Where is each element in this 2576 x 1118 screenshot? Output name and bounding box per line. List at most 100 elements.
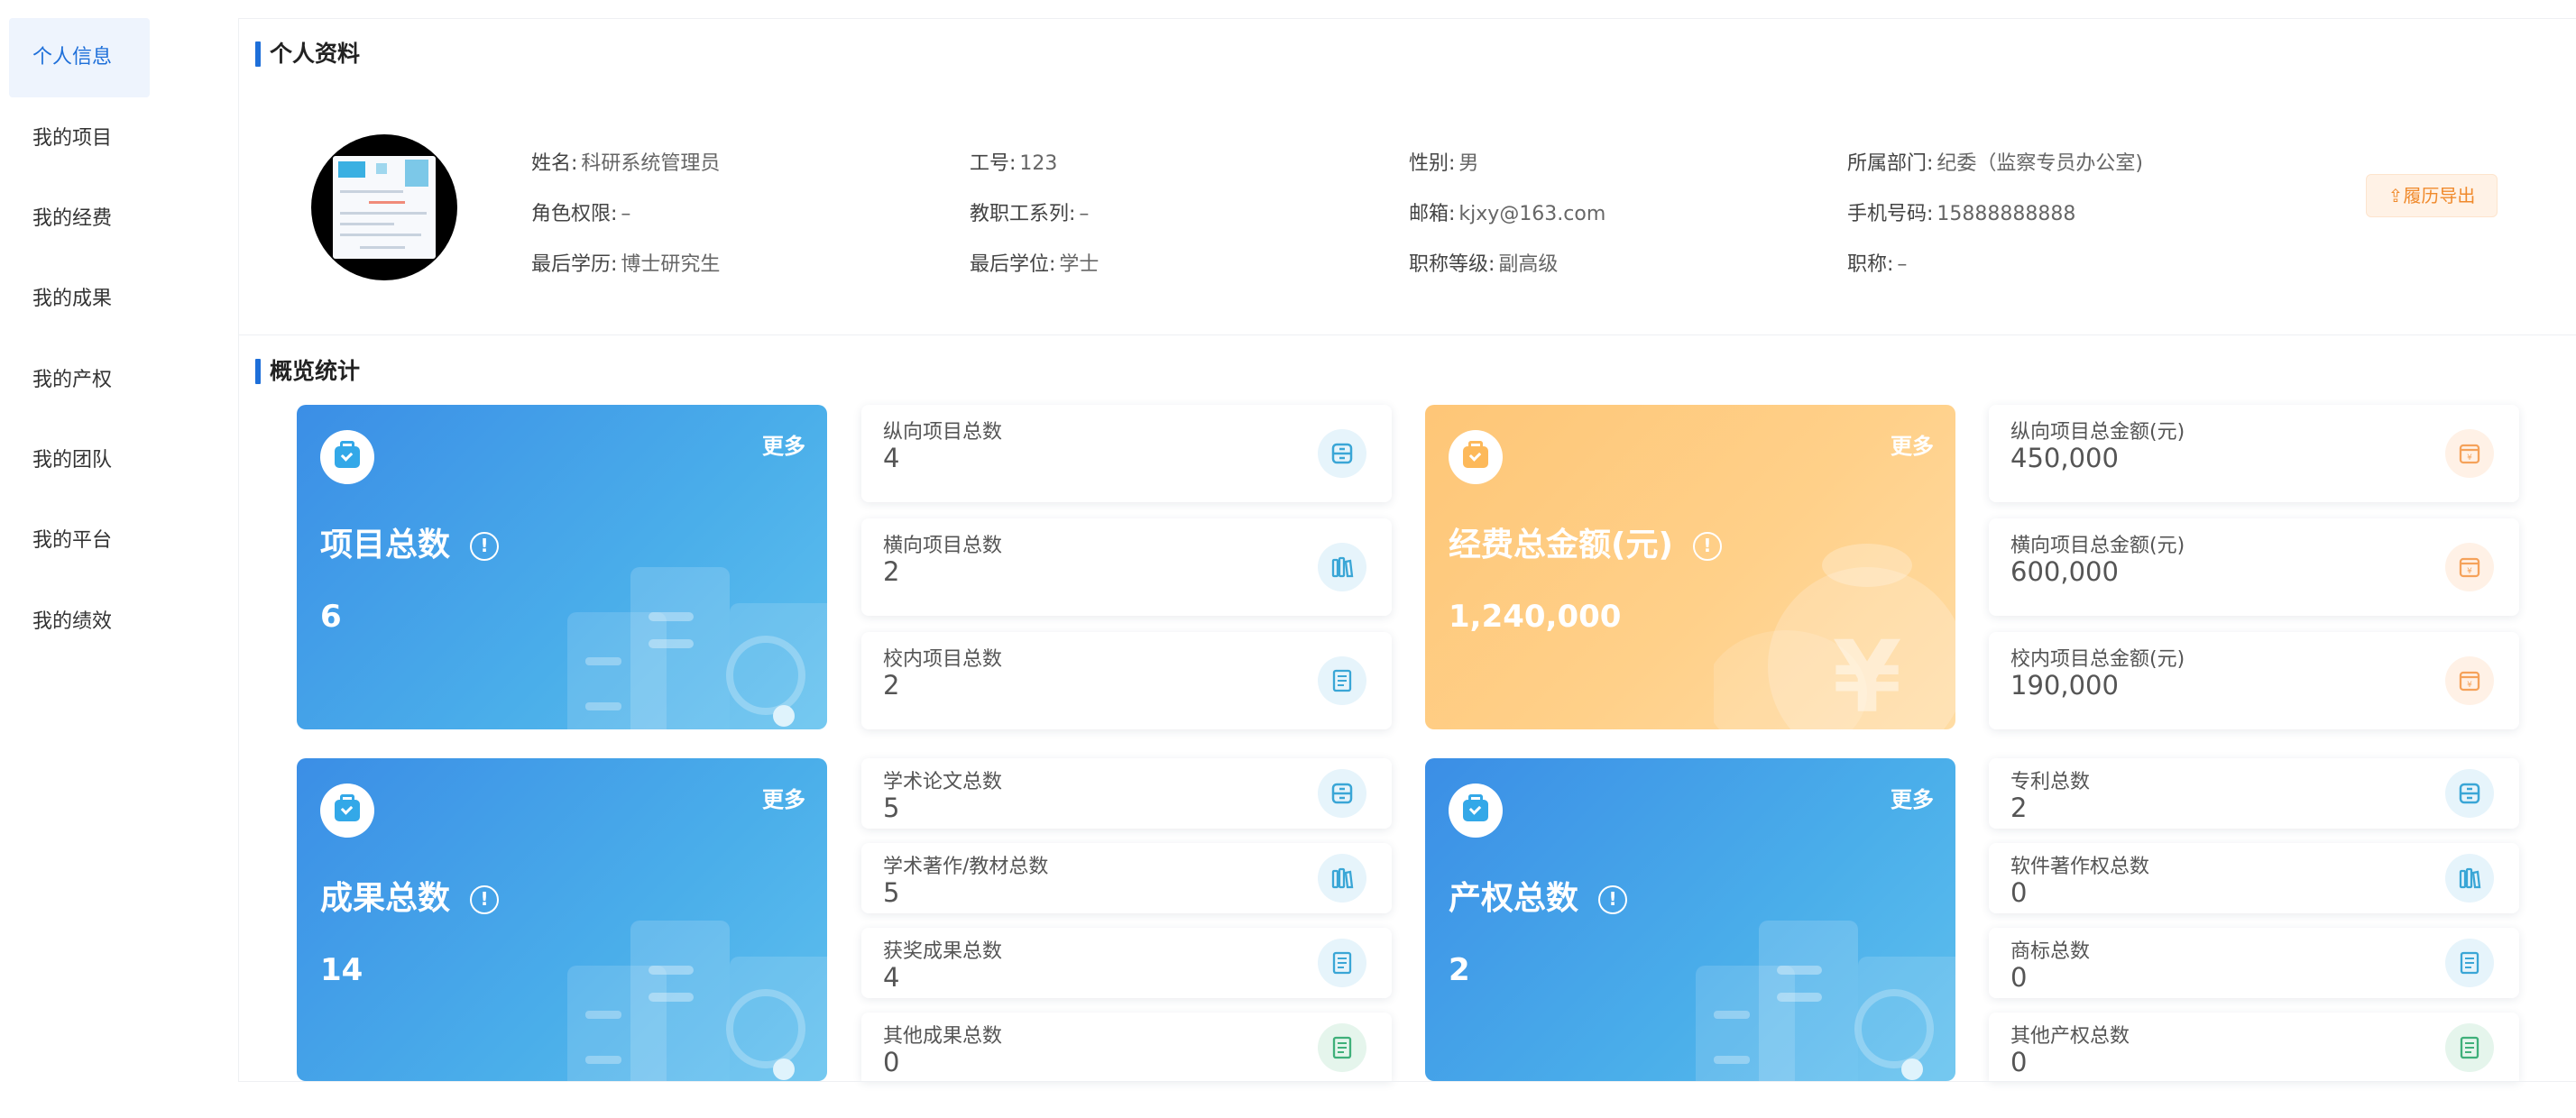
export-resume-button[interactable]: ⇪履历导出 [2366, 174, 2498, 217]
more-link[interactable]: 更多 [762, 428, 805, 460]
books-icon [1318, 543, 1366, 591]
overview-section-title: 概览统计 [255, 358, 360, 385]
bottom-divider [239, 1081, 2576, 1082]
svg-text:¥: ¥ [2467, 567, 2472, 576]
project-total-card[interactable]: 更多 项目总数! 6 [297, 405, 827, 729]
cabinet-icon [2445, 769, 2494, 818]
stat-value: 450,000 [2010, 443, 2119, 473]
field-title: 职称: – [1847, 253, 1908, 276]
fund-total-card[interactable]: ¥ 更多 经费总金额(元)! 1,240,000 [1425, 405, 1955, 729]
more-link[interactable]: 更多 [762, 782, 805, 813]
sidebar-item-team[interactable]: 我的团队 [9, 421, 150, 500]
stat-label: 软件著作权总数 [2010, 856, 2150, 878]
document-icon [2445, 1023, 2494, 1072]
stat-value: 0 [2010, 962, 2028, 993]
stat-label: 横向项目总金额(元) [2010, 535, 2185, 557]
stat-label: 横向项目总数 [883, 535, 1003, 557]
more-link[interactable]: 更多 [1891, 782, 1934, 813]
card-title: 经费总金额(元)! [1449, 518, 1722, 565]
card-title: 产权总数! [1449, 872, 1628, 919]
award-total-card[interactable]: 获奖成果总数 4 [861, 928, 1392, 998]
field-name: 姓名: 科研系统管理员 [531, 152, 721, 175]
card-title: 成果总数! [320, 872, 500, 919]
card-title: 项目总数! [320, 518, 500, 565]
field-employee-id: 工号: 123 [970, 152, 1058, 175]
stat-value: 5 [883, 793, 900, 823]
horizontal-project-card[interactable]: 横向项目总数 2 [861, 518, 1392, 616]
decoration-illustration [567, 921, 827, 1081]
avatar-image [333, 156, 436, 259]
sidebar-item-projects[interactable]: 我的项目 [9, 99, 150, 179]
card-value: 2 [1449, 952, 1470, 988]
stat-label: 商标总数 [2010, 940, 2091, 963]
internal-fund-card[interactable]: 校内项目总金额(元) 190,000 ¥ [1989, 632, 2519, 729]
other-achievement-card[interactable]: 其他成果总数 0 [861, 1013, 1392, 1081]
avatar[interactable] [311, 134, 457, 280]
stat-label: 学术论文总数 [883, 771, 1003, 793]
stat-label: 纵向项目总金额(元) [2010, 421, 2185, 444]
sidebar: 个人信息 我的项目 我的经费 我的成果 我的产权 我的团队 我的平台 我的绩效 [0, 0, 238, 1118]
sidebar-item-performance[interactable]: 我的绩效 [9, 582, 150, 662]
svg-text:¥: ¥ [1833, 619, 1902, 729]
card-value: 6 [320, 599, 342, 635]
document-icon [1318, 939, 1366, 987]
clipboard-check-icon [320, 430, 374, 484]
stat-label: 获奖成果总数 [883, 940, 1003, 963]
patent-total-card[interactable]: 专利总数 2 [1989, 758, 2519, 829]
field-phone: 手机号码: 15888888888 [1847, 203, 2076, 225]
info-icon[interactable]: ! [1692, 532, 1722, 561]
sidebar-item-platform[interactable]: 我的平台 [9, 501, 150, 581]
field-gender: 性别: 男 [1409, 152, 1479, 175]
sidebar-item-property[interactable]: 我的产权 [9, 341, 150, 420]
stat-label: 纵向项目总数 [883, 421, 1003, 444]
info-icon[interactable]: ! [1598, 885, 1628, 914]
trademark-total-card[interactable]: 商标总数 0 [1989, 928, 2519, 998]
sidebar-item-profile[interactable]: 个人信息 [9, 18, 150, 97]
field-department: 所属部门: 纪委（监察专员办公室) [1847, 152, 2144, 175]
field-email: 邮箱: kjxy@163.com [1409, 203, 1606, 225]
document-icon [2445, 939, 2494, 987]
vertical-fund-card[interactable]: 纵向项目总金额(元) 450,000 ¥ [1989, 405, 2519, 502]
profile-section-title: 个人资料 [255, 41, 360, 68]
stat-value: 2 [883, 556, 900, 587]
svg-text:¥: ¥ [2467, 681, 2472, 690]
other-property-card[interactable]: 其他产权总数 0 [1989, 1013, 2519, 1081]
field-role: 角色权限: – [531, 203, 631, 225]
vertical-project-card[interactable]: 纵向项目总数 4 [861, 405, 1392, 502]
stat-value: 600,000 [2010, 556, 2119, 587]
book-total-card[interactable]: 学术著作/教材总数 5 [861, 843, 1392, 913]
stat-value: 5 [883, 877, 900, 908]
card-value: 14 [320, 952, 363, 988]
cabinet-icon [1318, 429, 1366, 478]
horizontal-fund-card[interactable]: 横向项目总金额(元) 600,000 ¥ [1989, 518, 2519, 616]
money-box-icon: ¥ [2445, 656, 2494, 705]
field-title-level: 职称等级: 副高级 [1409, 253, 1559, 276]
document-icon [1318, 656, 1366, 705]
stat-label: 专利总数 [2010, 771, 2091, 793]
clipboard-check-icon [320, 784, 374, 838]
field-degree: 最后学位: 学士 [970, 253, 1099, 276]
books-icon [2445, 854, 2494, 903]
achievement-total-card[interactable]: 更多 成果总数! 14 [297, 758, 827, 1081]
stat-label: 校内项目总数 [883, 648, 1003, 671]
field-education: 最后学历: 博士研究生 [531, 253, 721, 276]
stat-value: 2 [2010, 793, 2028, 823]
sidebar-item-funds[interactable]: 我的经费 [9, 179, 150, 259]
document-icon [1318, 1023, 1366, 1072]
stat-label: 校内项目总金额(元) [2010, 648, 2185, 671]
stat-label: 其他成果总数 [883, 1025, 1003, 1048]
section-divider [239, 334, 2576, 335]
software-copyright-card[interactable]: 软件著作权总数 0 [1989, 843, 2519, 913]
money-box-icon: ¥ [2445, 429, 2494, 478]
stat-value: 0 [883, 1047, 900, 1077]
internal-project-card[interactable]: 校内项目总数 2 [861, 632, 1392, 729]
card-value: 1,240,000 [1449, 599, 1622, 635]
stat-label: 其他产权总数 [2010, 1025, 2130, 1048]
sidebar-item-achievements[interactable]: 我的成果 [9, 260, 150, 339]
money-bag-illustration: ¥ [1714, 544, 1955, 729]
paper-total-card[interactable]: 学术论文总数 5 [861, 758, 1392, 829]
more-link[interactable]: 更多 [1891, 428, 1934, 460]
property-total-card[interactable]: 更多 产权总数! 2 [1425, 758, 1955, 1081]
info-icon[interactable]: ! [470, 885, 500, 914]
info-icon[interactable]: ! [470, 532, 500, 561]
